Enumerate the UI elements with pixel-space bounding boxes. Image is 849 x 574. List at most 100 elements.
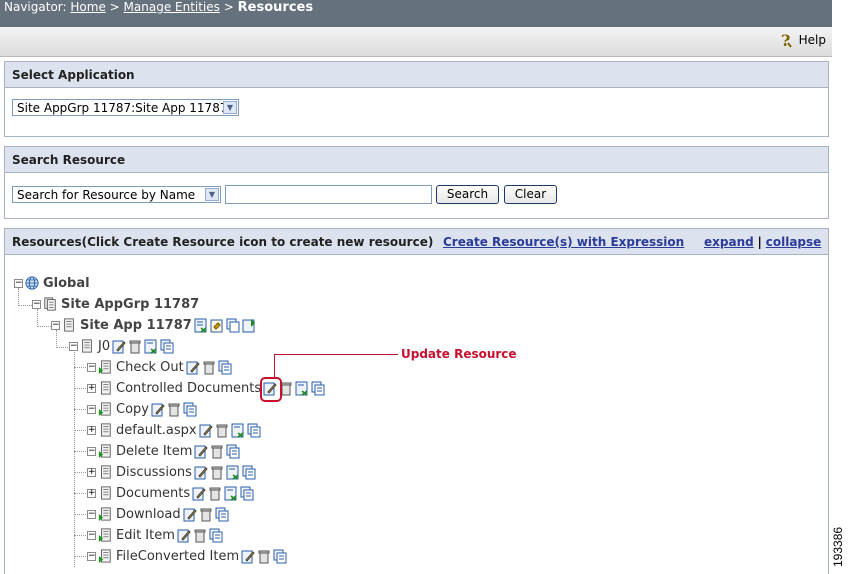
tree-connector [74,535,86,536]
properties-icon[interactable] [209,528,223,543]
tree-label-resource[interactable]: FileConverted Item [116,549,239,564]
create-resource-icon[interactable] [226,465,240,480]
tree-label-resource[interactable]: Check Out [116,360,184,375]
tree-label-resource[interactable]: Edit Item [116,528,175,543]
tree-node-resource: + Documents [87,483,254,503]
search-button[interactable]: Search [436,185,499,204]
search-input[interactable] [225,185,432,204]
tree-node-resource: − Download [87,504,229,524]
properties-icon[interactable] [240,486,254,501]
tree-connector [74,472,86,473]
collapse-toggle-icon[interactable]: − [87,509,96,519]
tree-label-resource[interactable]: Download [116,507,181,522]
application-icon [64,318,74,332]
properties-icon[interactable] [160,339,174,354]
tree-label-app-group[interactable]: Site AppGrp 11787 [61,297,199,312]
copy-icon[interactable] [226,318,240,333]
tree-label-resource[interactable]: Controlled Documents [116,381,261,396]
resource-icon [98,360,111,374]
expand-toggle-icon[interactable]: + [87,425,96,435]
search-resource-panel: Search Resource Search for Resource by N… [4,146,829,219]
panel-header: Search Resource [5,147,828,173]
properties-icon[interactable] [247,423,261,438]
collapse-toggle-icon[interactable]: − [51,320,60,330]
edit-resource-icon[interactable] [177,528,191,543]
delete-icon[interactable] [128,339,142,354]
app-group-icon [44,297,56,311]
collapse-toggle-icon[interactable]: − [87,404,96,414]
tree-label-resource[interactable]: Documents [116,486,190,501]
collapse-toggle-icon[interactable]: − [87,530,96,540]
delete-icon[interactable] [215,423,229,438]
help-button[interactable]: ? Help [779,31,826,50]
delete-icon[interactable] [199,507,213,522]
expand-link[interactable]: expand [704,235,754,249]
create-resource-icon[interactable] [295,381,309,396]
create-resource-icon[interactable] [224,486,238,501]
edit-resource-icon[interactable] [241,549,255,564]
properties-icon[interactable] [273,549,287,564]
collapse-toggle-icon[interactable]: − [69,341,78,351]
breadcrumb-home-link[interactable]: Home [70,0,105,14]
properties-icon[interactable] [215,507,229,522]
properties-icon[interactable] [242,465,256,480]
edit-resource-icon[interactable] [194,444,209,459]
tree-label-resource[interactable]: Discussions [116,465,192,480]
expand-toggle-icon[interactable]: + [87,383,96,393]
tree-connector [74,556,86,557]
clear-button[interactable]: Clear [504,185,557,204]
tree-label-resource[interactable]: Copy [116,402,149,417]
delete-icon[interactable] [208,486,222,501]
resource-icon [98,402,111,416]
tree-connector [74,514,86,515]
resource-icon [82,339,92,353]
search-by-value: Search for Resource by Name [17,188,196,202]
collapse-toggle-icon[interactable]: − [87,446,96,456]
tree-label-resource[interactable]: Delete Item [116,444,192,459]
expand-toggle-icon[interactable]: + [87,488,96,498]
create-resource-icon[interactable] [144,339,158,354]
properties-icon[interactable] [218,360,232,375]
collapse-toggle-icon[interactable]: − [87,551,96,561]
tree-label-j0[interactable]: J0 [98,339,110,354]
collapse-toggle-icon[interactable]: − [32,299,41,309]
select-application-panel: Select Application Site AppGrp 11787:Sit… [4,61,829,137]
collapse-link[interactable]: collapse [766,235,822,249]
tree-label-resource[interactable]: default.aspx [116,423,197,438]
import-icon[interactable] [242,318,256,333]
tree-label-global[interactable]: Global [43,276,90,291]
breadcrumb-manage-entities-link[interactable]: Manage Entities [124,0,220,14]
tree-connector [74,430,86,431]
delete-icon[interactable] [257,549,271,564]
tree-label-app[interactable]: Site App 11787 [80,318,192,333]
edit-resource-icon[interactable] [112,339,126,354]
properties-icon[interactable] [311,381,325,396]
collapse-toggle-icon[interactable]: − [14,278,23,288]
tree-connector [74,409,86,410]
collapse-toggle-icon[interactable]: − [87,362,96,372]
delete-icon[interactable] [210,444,224,459]
delete-icon[interactable] [193,528,207,543]
tree-node-resource: + default.aspx [87,420,261,440]
properties-icon[interactable] [226,444,240,459]
add-child-icon[interactable] [210,318,224,333]
create-resource-icon[interactable] [231,423,245,438]
create-resource-icon[interactable] [194,318,208,333]
edit-resource-icon[interactable] [199,423,213,438]
edit-resource-icon[interactable] [151,402,165,417]
panel-header: Select Application [5,62,828,88]
edit-resource-icon[interactable] [192,486,206,501]
delete-icon[interactable] [202,360,216,375]
properties-icon[interactable] [183,402,197,417]
search-by-select[interactable]: Search for Resource by Name ▼ [12,186,221,203]
callout-line [274,354,398,355]
edit-resource-icon[interactable] [186,360,200,375]
edit-resource-icon[interactable] [194,465,208,480]
delete-icon[interactable] [210,465,224,480]
delete-icon[interactable] [167,402,181,417]
edit-resource-icon[interactable] [183,507,197,522]
application-select[interactable]: Site AppGrp 11787:Site App 11787 ▼ [12,99,239,116]
expand-toggle-icon[interactable]: + [87,467,96,477]
tree-node-resource: + Controlled Documents [87,378,325,398]
create-resource-expression-link[interactable]: Create Resource(s) with Expression [443,235,684,249]
